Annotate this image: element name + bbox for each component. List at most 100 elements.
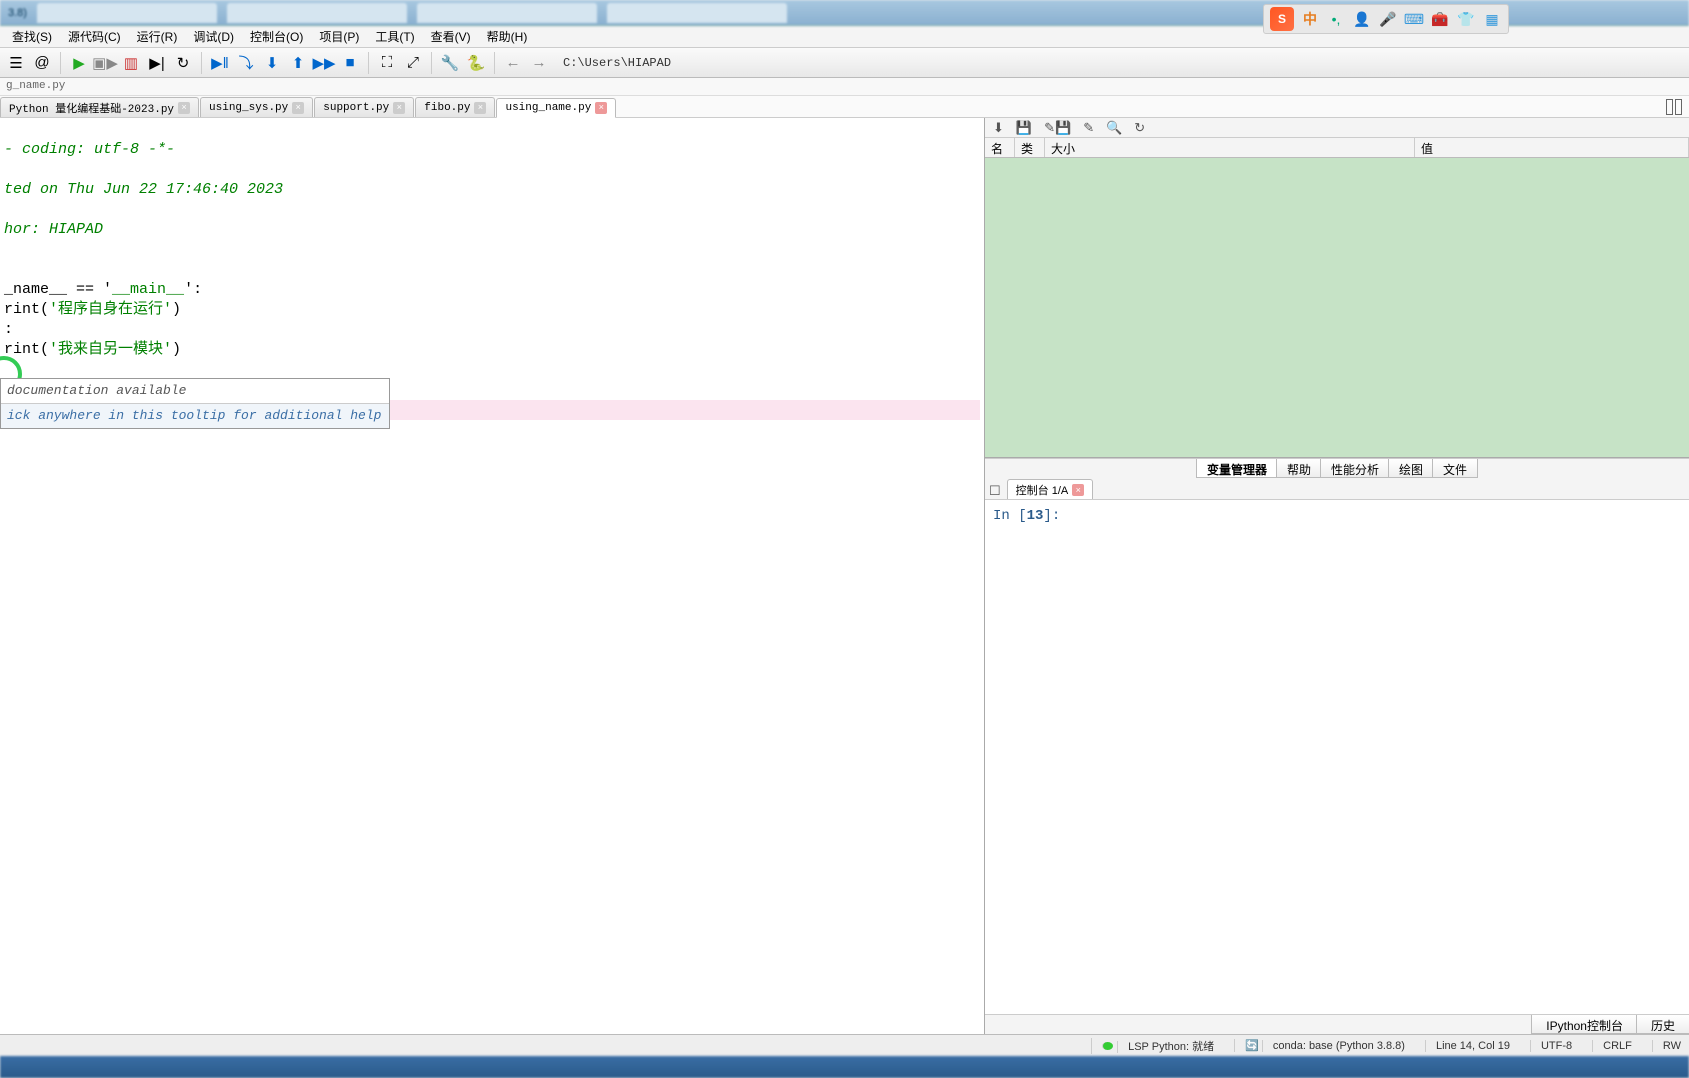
import-icon[interactable]: ⬇ [993,120,1004,136]
documentation-tooltip[interactable]: documentation available ick anywhere in … [0,378,390,429]
code-line: _name__ == '__main__': [4,281,202,298]
console-tab-strip: ☐ 控制台 1/A × [985,478,1689,500]
reload-icon[interactable]: ↻ [171,51,195,75]
ime-grid-icon[interactable]: ▦ [1482,9,1502,29]
preferences-icon[interactable]: 🔧 [438,51,462,75]
status-encoding[interactable]: UTF-8 [1530,1040,1572,1052]
status-lsp[interactable]: LSP Python: 就绪 [1091,1038,1214,1054]
at-icon[interactable]: @ [30,51,54,75]
remove-icon[interactable]: ✎ [1083,120,1094,136]
console-tab[interactable]: 控制台 1/A × [1007,479,1094,499]
windows-taskbar[interactable] [0,1056,1689,1078]
menu-view[interactable]: 查看(V) [423,26,479,47]
outline-icon[interactable]: ☰ [4,51,28,75]
menu-tools[interactable]: 工具(T) [367,26,422,47]
tab-profiler[interactable]: 性能分析 [1320,459,1390,478]
step-into-icon[interactable]: ⬇ [260,51,284,75]
col-size[interactable]: 大小 [1045,138,1415,157]
maximize-pane-icon[interactable]: ⛶ [375,51,399,75]
step-out-icon[interactable]: ⬆ [286,51,310,75]
continue-icon[interactable]: ▶▶ [312,51,336,75]
editor-tab-strip: Python 量化编程基础-2023.py × using_sys.py × s… [0,96,1689,118]
tab-label: using_name.py [505,102,591,114]
code-line: rint('我来自另一模块') [4,341,181,358]
variable-explorer-body[interactable] [985,158,1689,458]
search-icon[interactable]: 🔍 [1106,120,1122,136]
status-eol[interactable]: CRLF [1592,1040,1632,1052]
close-icon[interactable]: × [474,102,486,114]
step-over-icon[interactable]: ⤵ [234,51,258,75]
ipython-console[interactable]: In [13]: [985,500,1689,1014]
tooltip-help-link[interactable]: ick anywhere in this tooltip for additio… [1,403,389,428]
ime-toolbar[interactable]: S 中 •, 👤 🎤 ⌨ 🧰 👕 ▦ [1263,4,1509,34]
status-led-icon [1102,1042,1113,1050]
status-bar: LSP Python: 就绪 🔄 conda: base (Python 3.8… [0,1034,1689,1056]
tab-plots[interactable]: 绘图 [1388,459,1434,478]
variable-explorer-toolbar: ⬇ 💾 ✎💾 ✎ 🔍 ↻ [985,118,1689,138]
tab-variable-explorer[interactable]: 变量管理器 [1196,459,1278,478]
python-path-icon[interactable]: 🐍 [464,51,488,75]
editor-tab[interactable]: Python 量化编程基础-2023.py × [0,97,199,117]
save-icon[interactable]: 💾 [1016,120,1032,136]
menu-find[interactable]: 查找(S) [4,26,60,47]
code-line: - coding: utf-8 -*- [4,141,175,158]
close-icon[interactable]: × [178,102,190,114]
run-selection-icon[interactable]: ▥ [119,51,143,75]
menu-project[interactable]: 项目(P) [311,26,367,47]
tooltip-summary: documentation available [1,379,389,403]
close-icon[interactable]: × [292,102,304,114]
console-tab-label: 控制台 1/A [1016,482,1069,498]
variable-explorer-header: 名称 类型 大小 值 [985,138,1689,158]
tab-history[interactable]: 历史 [1636,1015,1689,1034]
tab-help[interactable]: 帮助 [1276,459,1322,478]
menu-console[interactable]: 控制台(O) [242,26,311,47]
code-line: rint('程序自身在运行') [4,301,181,318]
tab-label: Python 量化编程基础-2023.py [9,100,174,116]
ime-zhong-button[interactable]: 中 [1300,9,1320,29]
fullscreen-icon[interactable]: ⤢ [401,51,425,75]
col-value[interactable]: 值 [1415,138,1689,157]
ime-mic-icon[interactable]: 🎤 [1378,9,1398,29]
close-icon[interactable]: × [595,102,607,114]
forward-icon[interactable]: → [527,51,551,75]
status-cursor-position[interactable]: Line 14, Col 19 [1425,1040,1510,1052]
code-line: : [4,321,13,338]
right-pane-tabs: 变量管理器 帮助 性能分析 绘图 文件 [985,458,1689,478]
tab-files[interactable]: 文件 [1432,459,1478,478]
ime-user-icon[interactable]: 👤 [1352,9,1372,29]
menu-source[interactable]: 源代码(C) [60,26,129,47]
back-icon[interactable]: ← [501,51,525,75]
editor-tab[interactable]: support.py × [314,97,414,117]
run-cell-advance-icon[interactable]: ▶| [145,51,169,75]
ime-skin-icon[interactable]: 👕 [1456,9,1476,29]
col-name[interactable]: 名称 [985,138,1015,157]
run-cell-icon[interactable]: ▣▶ [93,51,117,75]
save-as-icon[interactable]: ✎💾 [1044,120,1071,136]
stop-icon[interactable]: ■ [338,51,362,75]
status-rw[interactable]: RW [1652,1040,1681,1052]
menu-debug[interactable]: 调试(D) [185,26,242,47]
console-options-icon[interactable]: ☐ [989,483,1001,499]
close-icon[interactable]: × [393,102,405,114]
refresh-icon[interactable]: ↻ [1134,120,1145,136]
editor-tab[interactable]: using_sys.py × [200,97,313,117]
ime-toolbox-icon[interactable]: 🧰 [1430,9,1450,29]
run-icon[interactable]: ▶ [67,51,91,75]
debug-icon[interactable]: ▶‖ [208,51,232,75]
menu-run[interactable]: 运行(R) [129,26,186,47]
col-type[interactable]: 类型 [1015,138,1045,157]
menu-help[interactable]: 帮助(H) [479,26,536,47]
title-version: 3.8) [8,7,27,19]
editor-tab[interactable]: fibo.py × [415,97,495,117]
tab-ipython-console[interactable]: IPython控制台 [1531,1015,1638,1034]
ime-punct-icon[interactable]: •, [1326,9,1346,29]
main-toolbar: ☰ @ ▶ ▣▶ ▥ ▶| ↻ ▶‖ ⤵ ⬇ ⬆ ▶▶ ■ ⛶ ⤢ 🔧 🐍 ← … [0,48,1689,78]
ime-keyboard-icon[interactable]: ⌨ [1404,9,1424,29]
status-conda[interactable]: 🔄 conda: base (Python 3.8.8) [1234,1039,1405,1052]
code-editor[interactable]: - coding: utf-8 -*- ted on Thu Jun 22 17… [0,118,985,1034]
close-icon[interactable]: × [1072,484,1084,496]
split-pane-icon[interactable] [1665,98,1683,116]
working-directory-path[interactable]: C:\Users\HIAPAD [563,56,671,70]
editor-tab-active[interactable]: using_name.py × [496,98,616,118]
console-bottom-tabs: IPython控制台 历史 [985,1014,1689,1034]
